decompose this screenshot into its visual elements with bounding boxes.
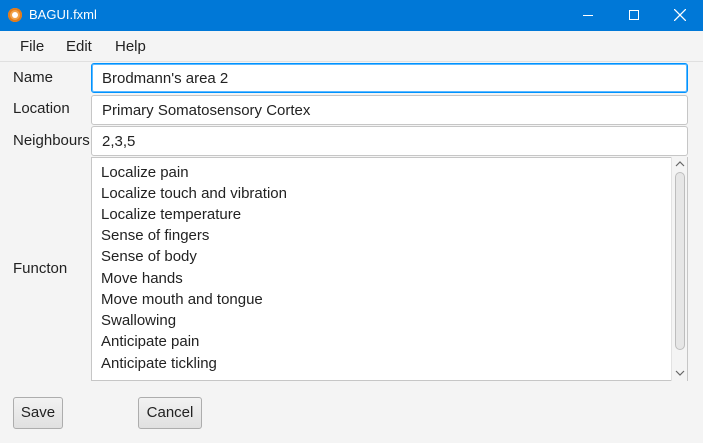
scroll-down-icon[interactable]: [675, 369, 685, 377]
name-field[interactable]: Brodmann's area 2: [91, 63, 688, 93]
function-label: Functon: [13, 260, 68, 277]
list-item[interactable]: Localize temperature: [101, 206, 241, 223]
title-bar[interactable]: BAGUI.fxml: [0, 0, 703, 31]
neighbours-field[interactable]: 2,3,5: [91, 126, 688, 156]
location-field[interactable]: Primary Somatosensory Cortex: [91, 95, 688, 125]
list-item[interactable]: Move hands: [101, 270, 183, 287]
scroll-thumb[interactable]: [675, 172, 685, 350]
window-title: BAGUI.fxml: [29, 7, 97, 22]
list-item[interactable]: Localize touch and vibration: [101, 185, 287, 202]
list-item[interactable]: Sense of body: [101, 248, 197, 265]
list-item[interactable]: Anticipate pain: [101, 333, 199, 350]
location-label: Location: [13, 100, 70, 117]
menu-bar: File Edit Help: [0, 31, 703, 62]
scroll-up-icon[interactable]: [675, 160, 685, 168]
list-item[interactable]: Sense of fingers: [101, 227, 209, 244]
neighbours-label: Neighbours: [13, 132, 90, 149]
function-list-scrollbar[interactable]: [671, 157, 687, 381]
close-button[interactable]: [657, 0, 703, 31]
list-item[interactable]: Anticipate tickling: [101, 355, 217, 372]
save-button[interactable]: Save: [13, 397, 63, 429]
app-icon: [8, 8, 22, 22]
minimize-button[interactable]: [565, 0, 611, 31]
close-icon: [674, 9, 686, 21]
list-item[interactable]: Move mouth and tongue: [101, 291, 263, 308]
name-label: Name: [13, 69, 54, 86]
list-item-partial[interactable]: [101, 376, 131, 380]
function-list[interactable]: Localize pain Localize touch and vibrati…: [91, 157, 688, 381]
menu-help[interactable]: Help: [115, 38, 146, 55]
list-item[interactable]: Swallowing: [101, 312, 176, 329]
menu-file[interactable]: File: [20, 38, 44, 55]
menu-edit[interactable]: Edit: [66, 38, 92, 55]
maximize-button[interactable]: [611, 0, 657, 31]
list-item[interactable]: Localize pain: [101, 164, 189, 181]
cancel-button[interactable]: Cancel: [138, 397, 202, 429]
